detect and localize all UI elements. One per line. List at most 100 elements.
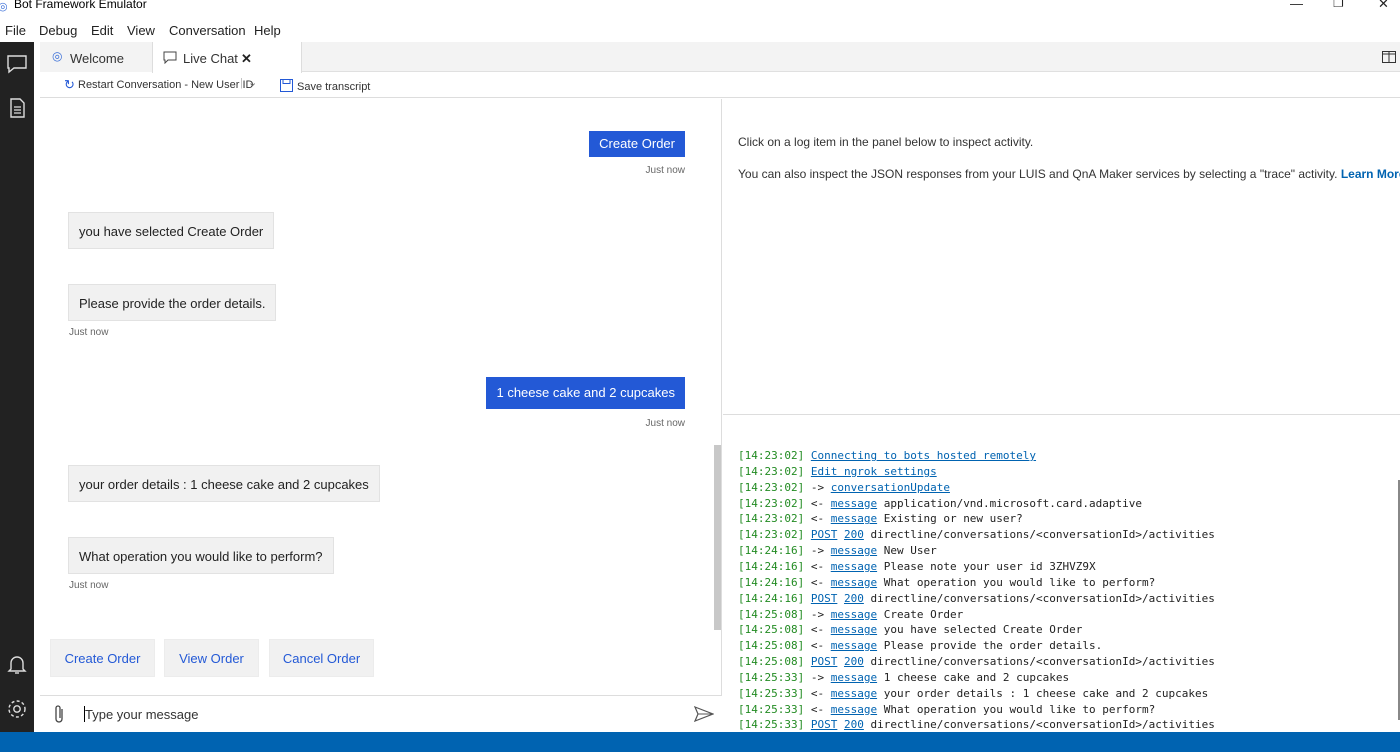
save-transcript-button[interactable]: Save transcript [297,81,370,93]
log-link[interactable]: message [831,623,877,636]
tab-welcome[interactable]: ◎ Welcome [40,42,152,72]
log-row[interactable]: [14:23:02] <- message application/vnd.mi… [738,496,1142,511]
log-link[interactable]: message [831,497,877,510]
tab-live-chat-label: Live Chat [183,51,238,66]
log-link[interactable]: message [831,512,877,525]
log-row[interactable]: [14:23:02] -> conversationUpdate [738,480,950,495]
menu-help[interactable]: Help [254,23,281,38]
chevron-down-icon[interactable]: ⌄ [248,76,257,89]
compose-bar: Type your message [40,695,722,732]
log-link[interactable]: message [831,639,877,652]
user-message: Create Order [589,131,685,157]
close-window-icon[interactable]: ✕ [1378,0,1389,12]
menu-edit[interactable]: Edit [91,23,113,38]
restart-icon: ↻ [64,77,75,92]
app-icon: ◎ [0,1,8,13]
tab-live-chat[interactable]: Live Chat ✕ [152,42,302,73]
log-link[interactable]: message [831,608,877,621]
user-message: 1 cheese cake and 2 cupcakes [486,377,685,409]
log-row[interactable]: [14:25:08] -> message Create Order [738,607,963,622]
tab-welcome-label: Welcome [70,51,124,66]
log-link[interactable]: message [831,671,877,684]
log-timestamp: [14:24:16] [738,591,805,605]
log-timestamp: [14:25:08] [738,639,805,653]
log-link[interactable]: POST [811,655,838,668]
suggested-action-cancel-order[interactable]: Cancel Order [269,639,374,677]
gear-icon[interactable] [5,697,29,721]
chat-scrollbar[interactable] [714,445,721,630]
bell-icon[interactable] [5,652,29,676]
menu-conversation[interactable]: Conversation [169,23,246,38]
log-status-link[interactable]: 200 [844,718,864,731]
log-direction: -> [810,607,825,621]
inspector-panel: Click on a log item in the panel below t… [723,99,1400,415]
log-link[interactable]: message [831,576,877,589]
log-row[interactable]: [14:23:02] <- message Existing or new us… [738,511,1023,526]
log-link[interactable]: POST [811,718,838,731]
log-link[interactable]: Edit ngrok settings [811,465,937,478]
log-link[interactable]: Connecting to bots hosted remotely [811,449,1036,462]
suggested-action-view-order[interactable]: View Order [164,639,259,677]
log-link[interactable]: message [831,560,877,573]
log-row[interactable]: [14:25:08] <- message you have selected … [738,622,1082,637]
log-timestamp: [14:24:16] [738,575,805,589]
send-icon[interactable] [694,706,714,722]
learn-more-link[interactable]: Learn More. [1341,167,1400,181]
log-row[interactable]: [14:25:08] <- message Please provide the… [738,638,1102,653]
log-link[interactable]: conversationUpdate [831,481,950,494]
log-row[interactable]: [14:23:02] Connecting to bots hosted rem… [738,448,1036,463]
bot-message: Please provide the order details. [68,284,277,321]
status-bar [0,732,1400,752]
log-status-link[interactable]: 200 [844,528,864,541]
log-timestamp: [14:25:08] [738,655,805,669]
title-bar: ◎ Bot Framework Emulator — ❐ ✕ [0,0,1400,14]
log-timestamp: [14:23:02] [738,464,805,478]
chat-icon[interactable] [5,52,29,76]
log-direction: <- [810,702,825,716]
log-link[interactable]: message [831,687,877,700]
suggested-action-create-order[interactable]: Create Order [50,639,155,677]
log-link[interactable]: message [831,703,877,716]
menu-file[interactable]: File [5,23,26,38]
message-input[interactable]: Type your message [85,707,198,722]
log-link[interactable]: message [831,544,877,557]
log-timestamp: [14:23:02] [738,449,805,462]
log-row[interactable]: [14:23:02] POST 200 directline/conversat… [738,527,1215,542]
log-direction: -> [810,670,825,684]
split-view-icon[interactable] [1382,51,1396,63]
log-row[interactable]: [14:25:33] POST 200 directline/conversat… [738,717,1215,732]
log-status-link[interactable]: 200 [844,592,864,605]
log-row[interactable]: [14:24:16] <- message What operation you… [738,575,1155,590]
log-row[interactable]: [14:25:08] POST 200 directline/conversat… [738,654,1215,669]
document-icon[interactable] [5,96,29,120]
log-text: Please provide the order details. [883,639,1103,653]
save-icon [280,79,293,92]
minimize-icon[interactable]: — [1290,0,1303,11]
menu-debug[interactable]: Debug [39,23,77,38]
welcome-icon: ◎ [52,49,63,63]
log-row[interactable]: [14:25:33] -> message 1 cheese cake and … [738,670,1069,685]
log-link[interactable]: POST [811,592,838,605]
log-status-link[interactable]: 200 [844,655,864,668]
log-direction: <- [810,623,825,637]
attachment-icon[interactable] [52,704,66,724]
log-panel: [14:23:02] Connecting to bots hosted rem… [723,416,1400,732]
log-timestamp: [14:23:02] [738,480,805,494]
log-row[interactable]: [14:23:02] Edit ngrok settings [738,464,937,479]
restart-conversation-button[interactable]: Restart Conversation - New User ID [78,79,253,91]
inspector-hint-trace: You can also inspect the JSON responses … [738,167,1400,181]
log-row[interactable]: [14:25:33] <- message What operation you… [738,702,1155,717]
close-tab-icon[interactable]: ✕ [241,51,252,67]
log-row[interactable]: [14:24:16] POST 200 directline/conversat… [738,591,1215,606]
bot-message: What operation you would like to perform… [68,537,334,574]
log-row[interactable]: [14:25:33] <- message your order details… [738,686,1208,701]
log-timestamp: [14:25:33] [738,686,805,700]
log-timestamp: [14:24:16] [738,544,805,558]
log-direction: <- [810,686,825,700]
log-row[interactable]: [14:24:16] <- message Please note your u… [738,559,1096,574]
app-title: Bot Framework Emulator [14,0,147,11]
restore-icon[interactable]: ❐ [1333,0,1344,10]
menu-view[interactable]: View [127,23,155,38]
log-link[interactable]: POST [811,528,838,541]
log-row[interactable]: [14:24:16] -> message New User [738,543,937,558]
